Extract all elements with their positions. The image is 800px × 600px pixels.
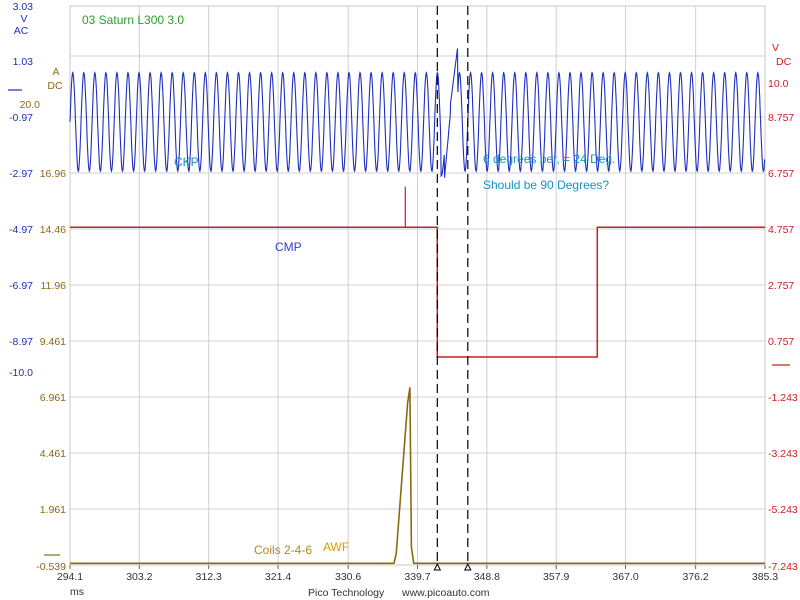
awf-label: AWF — [323, 540, 349, 554]
x-tick-label: 321.4 — [265, 571, 291, 583]
axis-a-tick-label: -10.0 — [9, 367, 33, 379]
axis-a-tick-label: -8.97 — [9, 336, 33, 348]
axis-c-tick-label: 1.961 — [40, 504, 66, 516]
axis-b-tick-label: -7.243 — [768, 561, 798, 573]
x-tick-label: 348.8 — [474, 571, 500, 583]
x-tick-label: 330.6 — [335, 571, 361, 583]
x-tick-label: 357.9 — [543, 571, 569, 583]
axis-c-unit: A — [52, 66, 59, 78]
axis-a-unit: AC — [14, 25, 29, 37]
axis-b-tick-label: -1.243 — [768, 392, 798, 404]
annotation-degrees: 6 degrees per, = 24 Deg. — [483, 152, 615, 166]
series-label-coils: Coils 2-4-6 — [254, 543, 312, 557]
axis-a-tick-label: 1.03 — [13, 56, 34, 68]
annotation-question: Should be 90 Degrees? — [483, 178, 609, 192]
x-tick-label: 312.3 — [196, 571, 222, 583]
oscilloscope-chart: 294.1 303.2 312.3 321.4 330.6 339.7 348.8 357.9… — [8, 1, 798, 599]
x-tick-label: 376.2 — [683, 571, 709, 583]
axis-c-tick-label: 20.0 — [20, 99, 41, 111]
series-label-ckp: CKP — [174, 155, 199, 169]
axis-c-tick-label: 14.46 — [40, 224, 66, 236]
footer-brand: Pico Technology — [308, 587, 385, 599]
axis-a-unit: V — [20, 13, 27, 25]
x-tick-label: 339.7 — [404, 571, 430, 583]
axis-c-tick-label: 11.96 — [41, 280, 67, 292]
axis-c-tick-label: -0.539 — [36, 561, 66, 573]
axis-a-tick-label: -6.97 — [9, 280, 33, 292]
axis-b-tick-label: 2.757 — [768, 280, 794, 292]
axis-a-tick-label: -0.97 — [9, 112, 33, 124]
chart-title: 03 Saturn L300 3.0 — [82, 13, 184, 27]
axis-c-unit: DC — [47, 80, 63, 92]
axis-c-tick-label: 6.961 — [40, 392, 66, 404]
axis-b-tick-label: 4.757 — [768, 224, 794, 236]
axis-b-tick-label: -3.243 — [768, 448, 798, 460]
x-tick-label: 367.0 — [612, 571, 638, 583]
axis-b-tick-label: 6.757 — [768, 168, 794, 180]
axis-b-unit: V — [772, 42, 779, 54]
axis-c-tick-label: 4.461 — [40, 448, 66, 460]
x-tick-label: 303.2 — [126, 571, 152, 583]
axis-b-tick-label: 10.0 — [768, 78, 789, 90]
axis-a-tick-label: -4.97 — [9, 224, 33, 236]
axis-c-tick-label: 9.461 — [40, 336, 66, 348]
axis-c-tick-label: 16.96 — [40, 168, 66, 180]
axis-a-tick-label: 3.03 — [13, 1, 34, 13]
axis-b-tick-label: 0.757 — [768, 336, 794, 348]
axis-b-tick-label: -5.243 — [768, 504, 798, 516]
axis-b-unit: DC — [776, 56, 792, 68]
x-axis-unit: ms — [70, 586, 84, 598]
chart-grid — [69, 5, 766, 566]
series-label-cmp: CMP — [275, 240, 302, 254]
footer-url: www.picoauto.com — [401, 587, 490, 599]
axis-a-tick-label: -2.97 — [9, 168, 33, 180]
axis-b-tick-label: 8.757 — [768, 112, 794, 124]
